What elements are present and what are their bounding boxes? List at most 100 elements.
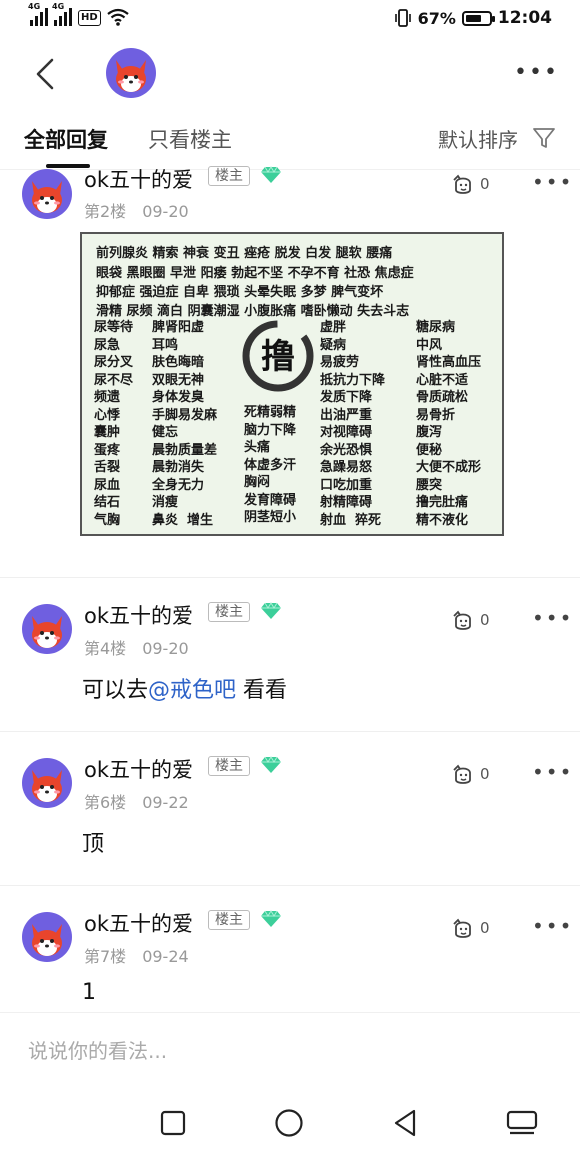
home-icon[interactable] bbox=[274, 1108, 304, 1138]
post-date: 09-20 bbox=[142, 202, 189, 221]
more-options-icon[interactable]: ••• bbox=[514, 60, 557, 86]
image-column-item: 脑力下降 bbox=[244, 422, 297, 438]
image-column-item: 鼻炎 增生 bbox=[152, 512, 214, 528]
image-column-item: 晨勃质量差 bbox=[152, 442, 218, 458]
image-column-item: 蛋疼 bbox=[94, 442, 121, 458]
network-type-2: 4G bbox=[52, 2, 65, 11]
image-column-item: 结石 bbox=[94, 495, 121, 510]
image-column-item: 耳鸣 bbox=[152, 337, 179, 353]
like-face-icon bbox=[453, 765, 471, 784]
like-button[interactable]: 0 bbox=[452, 918, 490, 938]
username[interactable]: ok五十的爱 bbox=[84, 600, 193, 630]
image-column-item: 身体发臭 bbox=[152, 390, 205, 405]
image-column-item: 发质下降 bbox=[320, 390, 373, 405]
image-column-item: 糖尿病 bbox=[416, 320, 456, 335]
image-column-item: 死精弱精 bbox=[244, 405, 297, 420]
image-column-item: 对视障碍 bbox=[320, 425, 373, 440]
image-column-item: 余光恐惧 bbox=[320, 442, 373, 458]
filter-icon[interactable] bbox=[532, 126, 556, 150]
gem-icon bbox=[261, 166, 281, 183]
image-column-item: 消瘦 bbox=[152, 495, 179, 510]
user-avatar[interactable] bbox=[22, 604, 72, 654]
gem-icon bbox=[261, 756, 281, 773]
image-column-item: 头痛 bbox=[244, 440, 271, 455]
like-face-icon bbox=[453, 175, 471, 194]
signal-icon: 4G bbox=[28, 2, 48, 26]
like-button[interactable]: 0 bbox=[452, 174, 490, 194]
image-column-item: 气胸 bbox=[94, 512, 121, 528]
post-more-icon[interactable]: ••• bbox=[532, 914, 573, 938]
post-date: 09-22 bbox=[142, 793, 189, 812]
image-column-item: 心脏不适 bbox=[416, 372, 469, 388]
post-image[interactable]: 前列腺炎 精索 神衰 变丑 痤疮 脱发 白发 腿软 腰痛 眼袋 黑眼圈 早泄 阳… bbox=[80, 232, 504, 536]
image-column-item: 晨勃消失 bbox=[152, 460, 205, 475]
like-count: 0 bbox=[480, 175, 490, 193]
reply-item: ok五十的爱 楼主 第6楼 09-22 0 ••• 顶 bbox=[0, 732, 580, 886]
image-column-item: 腹泻 bbox=[416, 425, 443, 440]
comment-input-bar[interactable]: 说说你的看法... bbox=[0, 1012, 580, 1084]
tab-all-replies[interactable]: 全部回复 bbox=[24, 124, 108, 154]
image-column-item: 疑病 bbox=[320, 337, 347, 353]
image-column-item: 易骨折 bbox=[416, 407, 456, 423]
mention-link[interactable]: @戒色吧 bbox=[148, 678, 236, 703]
image-column-item: 易疲劳 bbox=[320, 355, 360, 370]
battery-icon bbox=[461, 10, 495, 26]
username[interactable]: ok五十的爱 bbox=[84, 164, 193, 194]
image-column-item: 射血 猝死 bbox=[320, 512, 382, 528]
network-type-1: 4G bbox=[28, 2, 41, 11]
image-column-item: 尿分叉 bbox=[94, 355, 134, 370]
like-button[interactable]: 0 bbox=[452, 610, 490, 630]
image-column-item: 腰突 bbox=[416, 477, 443, 493]
user-avatar[interactable] bbox=[22, 758, 72, 808]
image-column-item: 骨质疏松 bbox=[416, 390, 469, 405]
post-more-icon[interactable]: ••• bbox=[532, 760, 573, 784]
image-column-item: 阴茎短小 bbox=[244, 510, 297, 525]
user-avatar[interactable] bbox=[22, 912, 72, 962]
like-face-icon bbox=[453, 611, 471, 630]
image-column-item: 大便不成形 bbox=[416, 460, 482, 475]
image-text-row: 抑郁症 强迫症 自卑 猥琐 头晕失眠 多梦 脾气变坏 bbox=[96, 285, 384, 300]
battery-percent: 67% bbox=[417, 8, 456, 28]
recent-apps-square-icon[interactable] bbox=[160, 1110, 186, 1136]
back-icon[interactable] bbox=[28, 54, 62, 94]
vibrate-icon bbox=[394, 9, 411, 27]
like-count: 0 bbox=[480, 611, 490, 629]
image-column-item: 体虚多汗 bbox=[244, 457, 297, 473]
image-column-item: 频遗 bbox=[94, 390, 121, 405]
status-bar: 4G 4G HD 67% 12:04 bbox=[0, 0, 580, 40]
image-column-item: 中风 bbox=[416, 337, 443, 353]
owner-badge: 楼主 bbox=[208, 602, 250, 622]
comment-input-placeholder[interactable]: 说说你的看法... bbox=[28, 1035, 167, 1064]
username[interactable]: ok五十的爱 bbox=[84, 754, 193, 784]
menu-icon[interactable] bbox=[506, 1110, 538, 1136]
image-column-item: 胸闷 bbox=[244, 475, 271, 490]
floor-number: 第7楼 bbox=[84, 947, 127, 966]
post-date: 09-20 bbox=[142, 639, 189, 658]
image-column-item: 舌裂 bbox=[94, 460, 121, 475]
post-meta: 第4楼 09-20 bbox=[84, 635, 189, 659]
username[interactable]: ok五十的爱 bbox=[84, 908, 193, 938]
image-column: 脾肾阳虚 耳鸣 肤色晦暗 双眼无神 身体发臭 手脚易发麻 健忘 晨勃质量差 晨勃消失 全身无力 消瘦… bbox=[152, 319, 217, 529]
owner-badge: 楼主 bbox=[208, 756, 250, 776]
reply-item: ok五十的爱 楼主 第7楼 09-24 0 ••• 1 bbox=[0, 886, 580, 1012]
image-column-item: 出油严重 bbox=[320, 407, 373, 423]
post-meta: 第2楼 09-20 bbox=[84, 198, 189, 222]
image-column-item: 急躁易怒 bbox=[320, 460, 373, 475]
post-meta: 第6楼 09-22 bbox=[84, 789, 189, 813]
like-button[interactable]: 0 bbox=[452, 764, 490, 784]
image-column-item: 口吃加重 bbox=[320, 477, 373, 493]
back-triangle-icon[interactable] bbox=[392, 1108, 418, 1138]
image-column-item: 虚胖 bbox=[320, 320, 347, 335]
user-avatar[interactable] bbox=[22, 169, 72, 219]
image-column: 尿等待 尿急 尿分叉 尿不尽 频遗 心悸 囊肿 蛋疼 舌裂 尿血 结石 气胸 bbox=[94, 319, 133, 529]
tab-owner-only[interactable]: 只看楼主 bbox=[148, 124, 232, 154]
post-more-icon[interactable]: ••• bbox=[532, 170, 573, 194]
post-date: 09-24 bbox=[142, 947, 189, 966]
post-content: 可以去@戒色吧 看看 bbox=[82, 672, 287, 704]
sort-selector[interactable]: 默认排序 bbox=[438, 124, 518, 153]
post-text: 顶 bbox=[82, 832, 105, 857]
post-more-icon[interactable]: ••• bbox=[532, 606, 573, 630]
forum-avatar[interactable] bbox=[106, 48, 156, 98]
post-meta: 第7楼 09-24 bbox=[84, 943, 189, 967]
image-column-item: 抵抗力下降 bbox=[320, 372, 386, 388]
